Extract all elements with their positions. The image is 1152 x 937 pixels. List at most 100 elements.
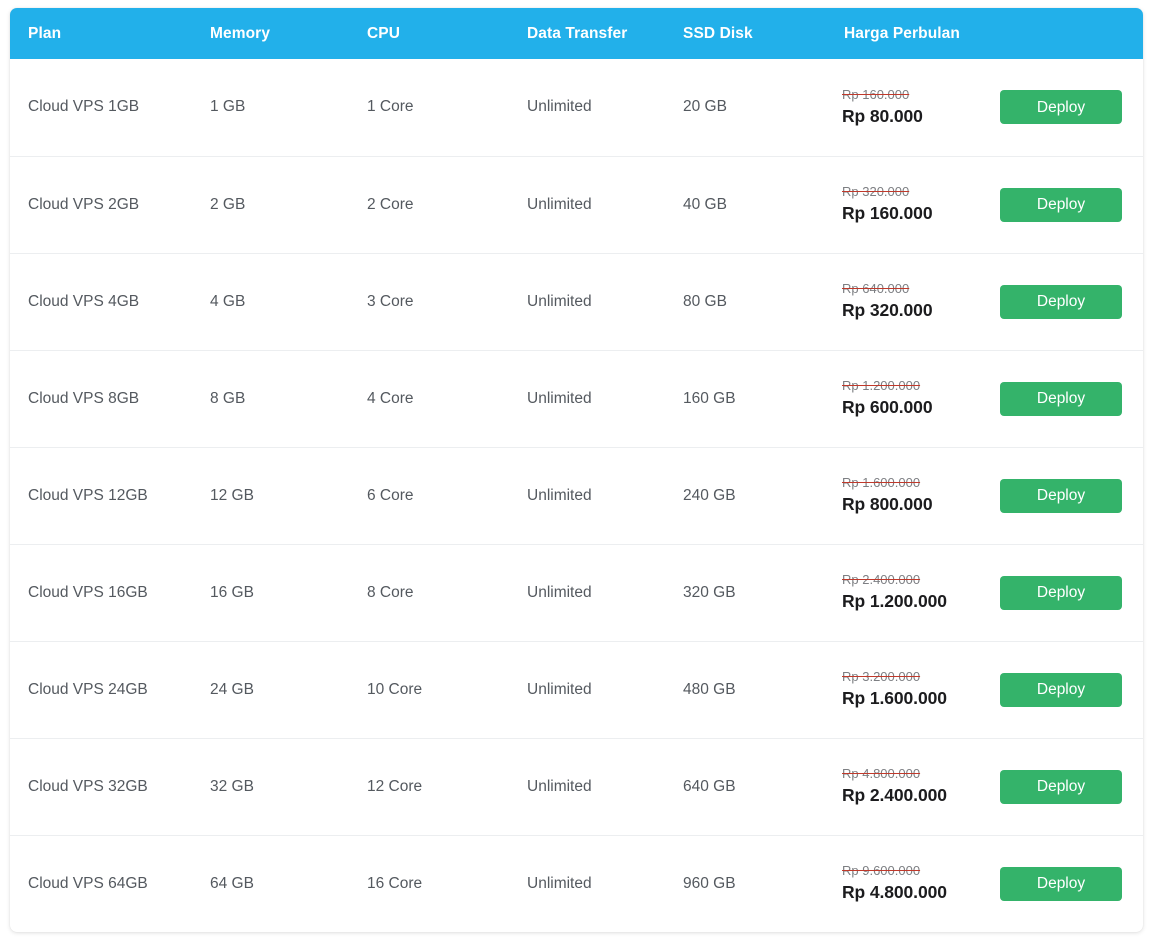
cell-action: Deploy (988, 738, 1143, 835)
cell-plan: Cloud VPS 2GB (10, 156, 192, 253)
price-original: Rp 2.400.000 (842, 572, 988, 588)
table-row: Cloud VPS 16GB16 GB8 CoreUnlimited320 GB… (10, 544, 1143, 641)
column-header-harga-perbulan: Harga Perbulan (826, 8, 988, 59)
cell-price: Rp 9.600.000 Rp 4.800.000 (826, 835, 988, 932)
column-header-cpu: CPU (349, 8, 509, 59)
table-row: Cloud VPS 24GB24 GB10 CoreUnlimited480 G… (10, 641, 1143, 738)
deploy-button[interactable]: Deploy (1000, 479, 1122, 513)
deploy-button[interactable]: Deploy (1000, 285, 1122, 319)
cell-memory: 12 GB (192, 447, 349, 544)
cell-cpu: 4 Core (349, 350, 509, 447)
cell-cpu: 10 Core (349, 641, 509, 738)
cell-price: Rp 4.800.000Rp 2.400.000 (826, 738, 988, 835)
cell-plan: Cloud VPS 64GB (10, 835, 192, 932)
column-header-ssd-disk: SSD Disk (665, 8, 826, 59)
table-header-row: Plan Memory CPU Data Transfer SSD Disk (10, 8, 1143, 59)
column-header-data-transfer: Data Transfer (509, 8, 665, 59)
table-row: Cloud VPS 2GB2 GB2 CoreUnlimited40 GBRp … (10, 156, 1143, 253)
cell-action: Deploy (988, 156, 1143, 253)
column-header-action (988, 8, 1143, 59)
table-row: Cloud VPS 4GB4 GB3 CoreUnlimited80 GBRp … (10, 253, 1143, 350)
price-original: Rp 160.000 (842, 87, 988, 103)
cell-action: Deploy (988, 544, 1143, 641)
price-discounted: Rp 160.000 (842, 203, 988, 225)
column-header-data-transfer-label: Data Transfer (509, 25, 665, 43)
cell-data-transfer: Unlimited (509, 350, 665, 447)
column-header-ssd-disk-label: SSD Disk (665, 25, 826, 43)
cell-price: Rp 3.200.000 Rp 1.600.000 (826, 641, 988, 738)
table-header: Plan Memory CPU Data Transfer SSD Disk (10, 8, 1143, 59)
cell-price: Rp 1.600.000Rp 800.000 (826, 447, 988, 544)
cell-plan: Cloud VPS 32GB (10, 738, 192, 835)
cell-memory: 1 GB (192, 59, 349, 156)
deploy-button[interactable]: Deploy (1000, 673, 1122, 707)
cell-data-transfer: Unlimited (509, 835, 665, 932)
cell-ssd-disk: 80 GB (665, 253, 826, 350)
cell-ssd-disk: 40 GB (665, 156, 826, 253)
price-discounted: Rp 4.800.000 (842, 882, 988, 904)
cell-ssd-disk: 240 GB (665, 447, 826, 544)
price-original: Rp 1.600.000 (842, 475, 988, 491)
cell-price: Rp 640.000 Rp 320.000 (826, 253, 988, 350)
column-header-cpu-label: CPU (349, 25, 509, 43)
cell-action: Deploy (988, 641, 1143, 738)
cell-ssd-disk: 20 GB (665, 59, 826, 156)
cell-plan: Cloud VPS 1GB (10, 59, 192, 156)
deploy-button[interactable]: Deploy (1000, 188, 1122, 222)
deploy-button[interactable]: Deploy (1000, 867, 1122, 901)
price-original: Rp 320.000 (842, 184, 988, 200)
deploy-button[interactable]: Deploy (1000, 576, 1122, 610)
deploy-button[interactable]: Deploy (1000, 382, 1122, 416)
cell-cpu: 2 Core (349, 156, 509, 253)
cell-plan: Cloud VPS 8GB (10, 350, 192, 447)
price-discounted: Rp 600.000 (842, 397, 988, 419)
column-header-plan: Plan (10, 8, 192, 59)
cell-price: Rp 2.400.000 Rp 1.200.000 (826, 544, 988, 641)
cell-memory: 24 GB (192, 641, 349, 738)
cell-cpu: 12 Core (349, 738, 509, 835)
column-header-harga-perbulan-label: Harga Perbulan (826, 25, 988, 43)
cell-ssd-disk: 960 GB (665, 835, 826, 932)
cell-ssd-disk: 480 GB (665, 641, 826, 738)
cell-cpu: 1 Core (349, 59, 509, 156)
price-original: Rp 640.000 (842, 281, 988, 297)
cell-plan: Cloud VPS 4GB (10, 253, 192, 350)
cell-data-transfer: Unlimited (509, 641, 665, 738)
cell-memory: 32 GB (192, 738, 349, 835)
price-discounted: Rp 320.000 (842, 300, 988, 322)
price-discounted: Rp 1.600.000 (842, 688, 988, 710)
cell-action: Deploy (988, 447, 1143, 544)
cell-memory: 16 GB (192, 544, 349, 641)
cell-data-transfer: Unlimited (509, 544, 665, 641)
table-row: Cloud VPS 32GB32 GB12 CoreUnlimited640 G… (10, 738, 1143, 835)
table-row: Cloud VPS 12GB12 GB6 CoreUnlimited240 GB… (10, 447, 1143, 544)
cell-cpu: 8 Core (349, 544, 509, 641)
deploy-button[interactable]: Deploy (1000, 770, 1122, 804)
table-row: Cloud VPS 64GB64 GB16 CoreUnlimited960 G… (10, 835, 1143, 932)
cell-data-transfer: Unlimited (509, 738, 665, 835)
column-header-plan-label: Plan (10, 25, 192, 43)
deploy-button[interactable]: Deploy (1000, 90, 1122, 124)
cell-price: Rp 320.000 Rp 160.000 (826, 156, 988, 253)
cell-plan: Cloud VPS 12GB (10, 447, 192, 544)
price-original: Rp 3.200.000 (842, 669, 988, 685)
cell-plan: Cloud VPS 24GB (10, 641, 192, 738)
cell-memory: 4 GB (192, 253, 349, 350)
price-original: Rp 9.600.000 (842, 863, 988, 879)
cell-action: Deploy (988, 835, 1143, 932)
column-header-memory-label: Memory (192, 25, 349, 43)
price-original: Rp 1.200.000 (842, 378, 988, 394)
cell-ssd-disk: 640 GB (665, 738, 826, 835)
vps-pricing-table: Plan Memory CPU Data Transfer SSD Disk (10, 8, 1143, 932)
price-discounted: Rp 1.200.000 (842, 591, 988, 613)
cell-price: Rp 1.200.000 Rp 600.000 (826, 350, 988, 447)
price-original: Rp 4.800.000 (842, 766, 988, 782)
cell-cpu: 16 Core (349, 835, 509, 932)
cell-action: Deploy (988, 59, 1143, 156)
price-discounted: Rp 80.000 (842, 106, 988, 128)
table-body: Cloud VPS 1GB1 GB1 CoreUnlimited20 GBRp … (10, 59, 1143, 932)
cell-ssd-disk: 160 GB (665, 350, 826, 447)
cell-memory: 2 GB (192, 156, 349, 253)
cell-data-transfer: Unlimited (509, 253, 665, 350)
pricing-table-card: Plan Memory CPU Data Transfer SSD Disk (10, 8, 1143, 932)
